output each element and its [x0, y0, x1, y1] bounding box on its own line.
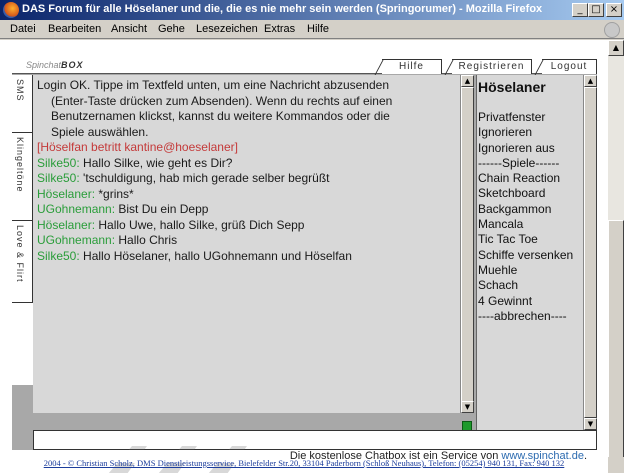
chat-message: Benutzernamen klickst, kannst du weitere… [37, 109, 456, 125]
user-command-item[interactable]: Backgammon [478, 202, 582, 217]
user-command-item[interactable]: Schiffe versenken [478, 248, 582, 263]
user-command-item[interactable]: Ignorieren [478, 125, 582, 140]
chat-message: (Enter-Taste drücken zum Absenden). Wenn… [37, 94, 456, 110]
chat-scroll-down-icon[interactable]: ▼ [461, 401, 474, 413]
chat-username[interactable]: UGohnemann: [37, 202, 115, 216]
chat-scroll-thumb[interactable] [461, 87, 474, 403]
chat-message: Silke50: 'tschuldigung, hab mich gerade … [37, 171, 456, 187]
menu-ansicht[interactable]: Ansicht [111, 23, 147, 35]
chat-text: Hallo Silke, wie geht es Dir? [83, 155, 233, 170]
chat-system-text: (Enter-Taste drücken zum Absenden). Wenn… [51, 93, 393, 108]
chat-system-text: Spiele auswählen. [51, 124, 149, 139]
side-tab-klingeltoene-label: Klingeltöne [15, 137, 25, 193]
user-command-item[interactable]: Mancala [478, 217, 582, 232]
user-command-item[interactable]: ----abbrechen---- [478, 309, 582, 324]
side-tab-love-flirt-label: Love & Flirt [15, 225, 25, 283]
page-content: SpinchatBOX Hilfe Registrieren Logout SM… [0, 40, 608, 473]
title-bar: DAS Forum für alle Höselaner und die, di… [0, 0, 624, 20]
user-command-item[interactable]: Chain Reaction [478, 171, 582, 186]
throbber-icon [604, 22, 620, 38]
credits-line[interactable]: 2004 - © Christian Scholz, DMS Dienstlei… [0, 458, 608, 472]
chat-message: Höselaner: *grins* [37, 187, 456, 203]
logo-prefix: Spinchat [26, 60, 62, 70]
menu-extras[interactable]: Extras [264, 23, 295, 35]
minimize-button[interactable]: _ [572, 3, 588, 17]
chat-username[interactable]: Silke50: [37, 249, 80, 263]
chat-text: 'tschuldigung, hab mich gerade selber be… [83, 171, 330, 185]
chat-message: Silke50: Hallo Silke, wie geht es Dir? [37, 156, 456, 172]
chat-text: *grins* [98, 186, 134, 201]
menu-bearbeiten[interactable]: Bearbeiten [48, 23, 101, 35]
logo-suffix: BOX [61, 60, 84, 70]
maximize-button[interactable]: □ [588, 3, 604, 17]
user-command-item[interactable]: Tic Tac Toe [478, 232, 582, 247]
chat-username[interactable]: Höselaner: [37, 218, 95, 232]
user-scroll-thumb[interactable] [584, 87, 597, 418]
chat-message: [Höselfan betritt kantine@hoeselaner] [37, 140, 456, 156]
menu-gehe[interactable]: Gehe [158, 23, 185, 35]
menu-datei[interactable]: Datei [10, 23, 36, 35]
browser-window: DAS Forum für alle Höselaner und die, di… [0, 0, 624, 473]
chat-text: Bist Du ein Depp [118, 202, 209, 216]
side-tab-klingeltoene[interactable]: Klingeltöne [12, 133, 33, 221]
firefox-icon [3, 2, 19, 18]
user-command-item[interactable]: ------Spiele------ [478, 156, 582, 171]
side-tab-sms-label: SMS [15, 79, 25, 102]
user-scroll-down-icon[interactable]: ▼ [584, 418, 597, 430]
tab-hilfe[interactable]: Hilfe [382, 59, 442, 74]
tab-logout[interactable]: Logout [542, 59, 597, 74]
user-command-list: Privatfenster Ignorieren Ignorieren aus ---… [478, 110, 582, 324]
chat-scrollbar[interactable]: ▲ ▼ [460, 75, 474, 413]
credits-text[interactable]: 2004 - © Christian Scholz, DMS Dienstlei… [44, 458, 565, 468]
chat-username[interactable]: Silke50: [37, 156, 80, 170]
chat-text: Hallo Höselaner, hallo UGohnemann und Hö… [83, 248, 352, 263]
menu-bar: Datei Bearbeiten Ansicht Gehe Lesezeiche… [0, 20, 624, 39]
page-scroll-up-icon[interactable]: ▲ [608, 40, 624, 56]
chat-message: Silke50: Hallo Höselaner, hallo UGohnema… [37, 249, 456, 265]
chat-system-text: Login OK. Tippe im Textfeld unten, um ei… [37, 78, 389, 92]
chat-message: UGohnemann: Bist Du ein Depp [37, 202, 456, 218]
chat-message: UGohnemann: Hallo Chris [37, 233, 456, 249]
user-command-item[interactable]: Privatfenster [478, 110, 582, 125]
page-scrollbar[interactable]: ▲ [608, 40, 624, 459]
chat-scroll-up-icon[interactable]: ▲ [461, 75, 474, 87]
spinchat-box: SpinchatBOX Hilfe Registrieren Logout SM… [12, 56, 597, 473]
chat-text: Hallo Uwe, hallo Silke, grüß Dich Sepp [98, 217, 305, 232]
chat-username[interactable]: Silke50: [37, 171, 80, 185]
chat-username[interactable]: Höselaner: [37, 187, 95, 201]
user-panel-scrollbar[interactable]: ▲ ▼ [583, 75, 597, 430]
chat-log: Login OK. Tippe im Textfeld unten, um ei… [33, 75, 460, 413]
user-panel: Höselaner Privatfenster Ignorieren Ignorie… [476, 75, 583, 430]
page-scroll-thumb[interactable] [608, 220, 624, 459]
chat-message: Login OK. Tippe im Textfeld unten, um ei… [37, 78, 456, 94]
chat-message: Spiele auswählen. [37, 125, 456, 141]
menu-lesezeichen[interactable]: Lesezeichen [196, 23, 258, 35]
chat-message: Höselaner: Hallo Uwe, hallo Silke, grüß … [37, 218, 456, 234]
chat-text: Hallo Chris [118, 233, 178, 247]
close-button[interactable]: × [606, 3, 622, 17]
tab-registrieren[interactable]: Registrieren [452, 59, 532, 74]
chat-username[interactable]: UGohnemann: [37, 233, 115, 247]
chatbox-header: SpinchatBOX Hilfe Registrieren Logout [12, 56, 597, 74]
user-command-item[interactable]: Ignorieren aus [478, 141, 582, 156]
user-panel-header: Höselaner [478, 79, 546, 95]
chat-system-text: Benutzernamen klickst, kannst du weitere… [51, 109, 390, 123]
chat-join-notice: [Höselfan betritt kantine@hoeselaner] [37, 140, 238, 154]
menu-hilfe[interactable]: Hilfe [307, 23, 329, 35]
user-command-item[interactable]: 4 Gewinnt [478, 294, 582, 309]
side-tab-love-flirt[interactable]: Love & Flirt [12, 221, 33, 303]
user-command-item[interactable]: Muehle [478, 263, 582, 278]
window-title: DAS Forum für alle Höselaner und die, di… [22, 3, 543, 15]
user-scroll-up-icon[interactable]: ▲ [584, 75, 597, 87]
user-command-item[interactable]: Sketchboard [478, 186, 582, 201]
side-tab-sms[interactable]: SMS [12, 75, 33, 133]
spinchat-logo: SpinchatBOX [26, 60, 84, 70]
side-tabs: SMS Klingeltöne Love & Flirt [12, 75, 33, 385]
user-command-item[interactable]: Schach [478, 278, 582, 293]
scroll-corner [608, 457, 624, 473]
